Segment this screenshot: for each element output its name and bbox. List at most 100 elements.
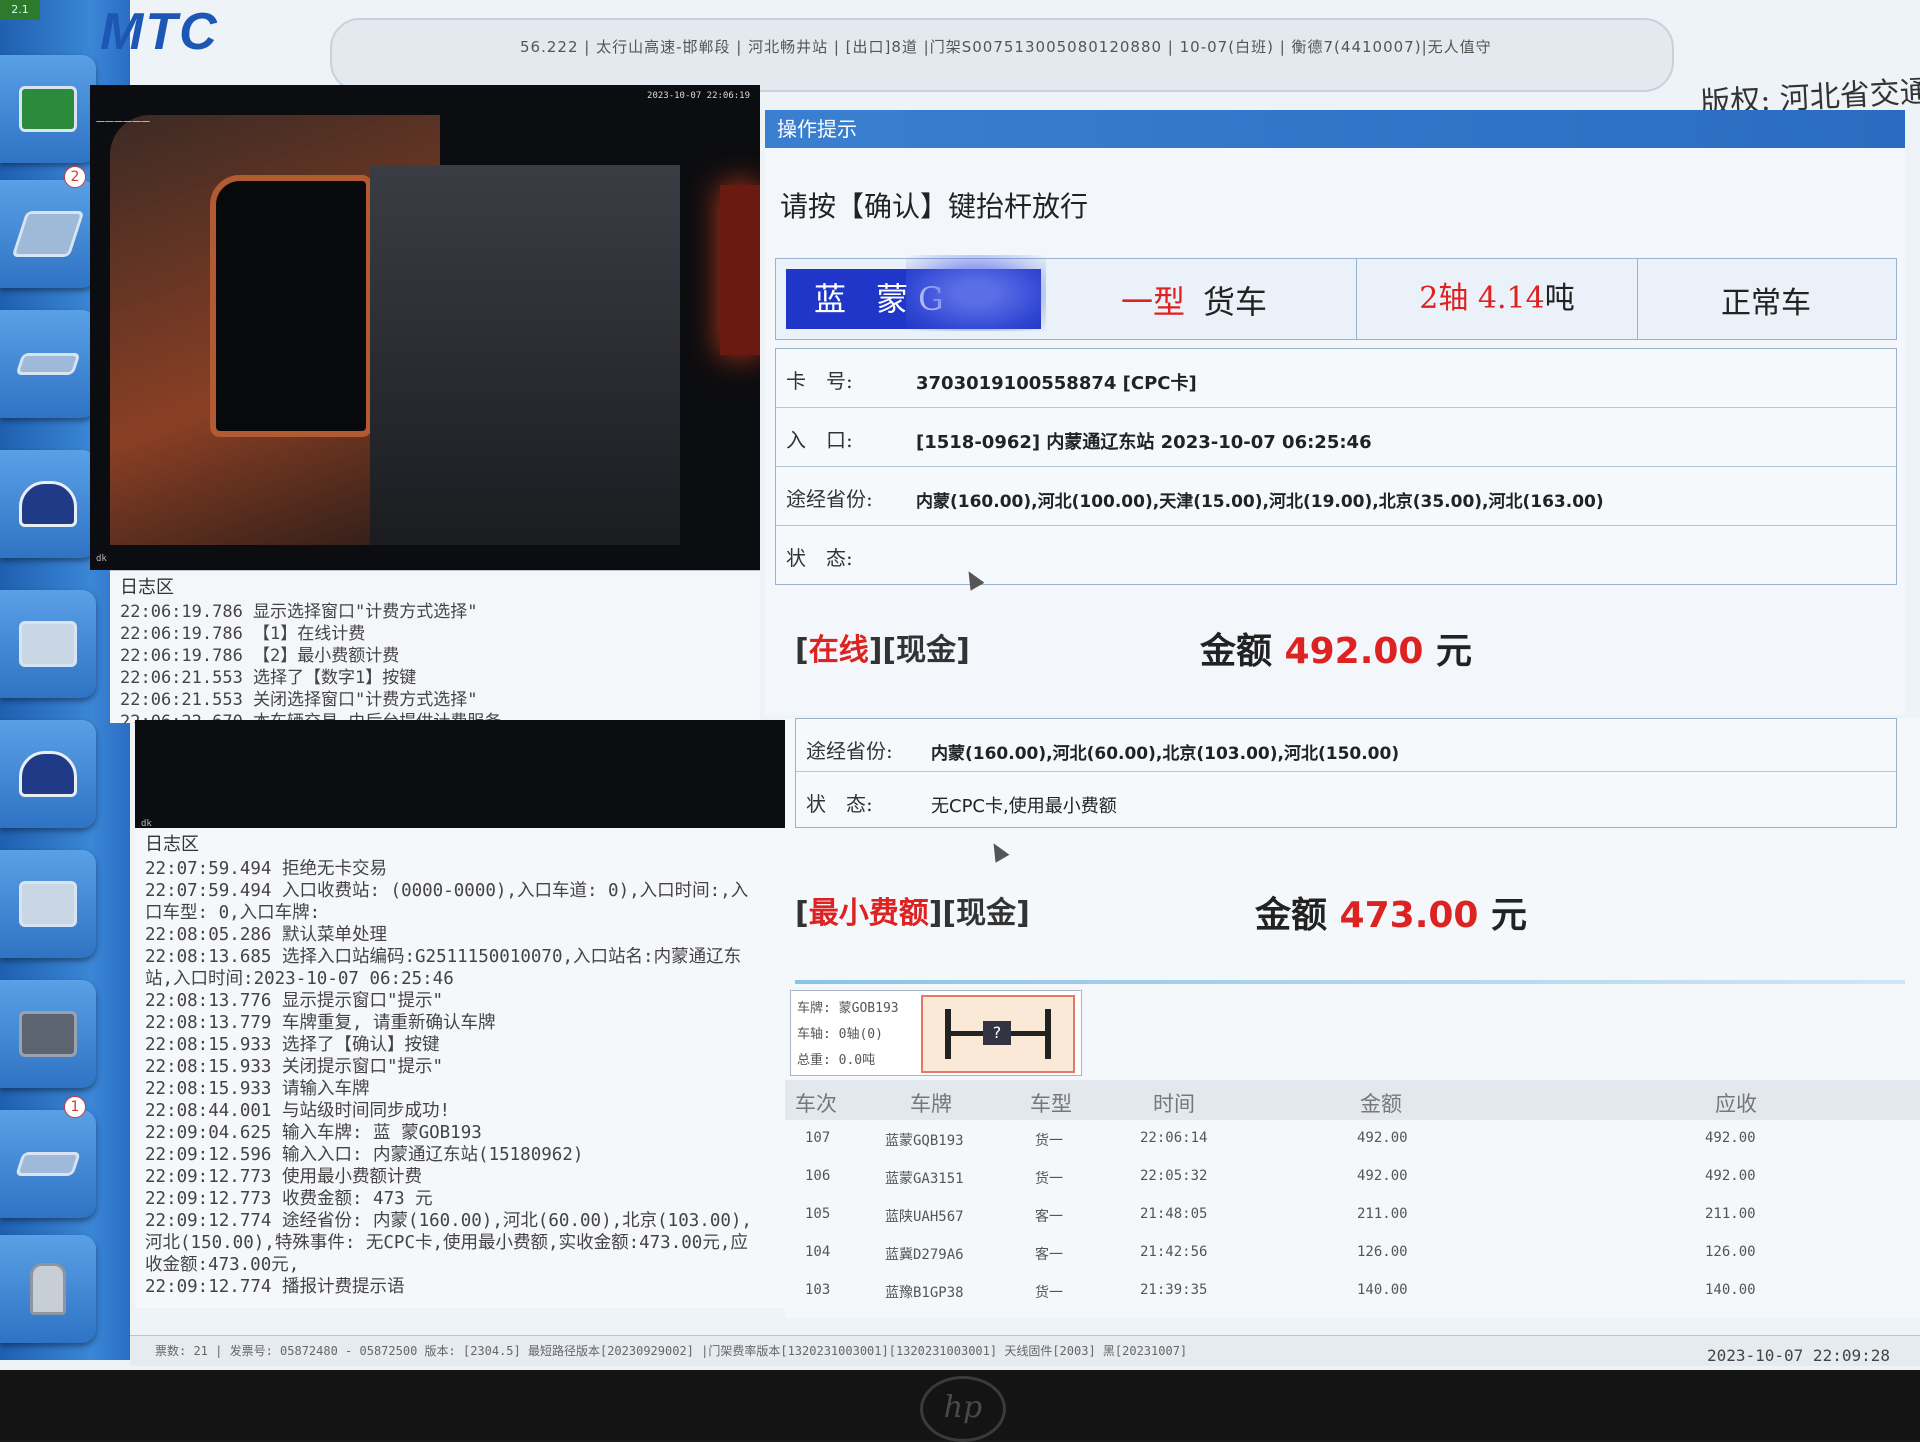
cell-amount: 492.00 <box>1357 1168 1408 1184</box>
entry-row: 入 口: [1518-0962] 内蒙通辽东站 2023-10-07 06:25:… <box>776 408 1896 467</box>
col-receivable: 应收 <box>1715 1092 1757 1116</box>
log-line: 22:09:12.774 播报计费提示语 <box>145 1277 405 1297</box>
status-text: 票数: 21 | 发票号: 05872480 - 05872500 版本: [2… <box>155 1344 1188 1358</box>
lane-button[interactable]: 1 <box>0 1096 96 1218</box>
route-label-2: 途经省份: <box>806 739 893 763</box>
state-label: 状 态: <box>786 546 853 570</box>
amount-value-2: 473.00 <box>1339 895 1479 936</box>
status-bar: 票数: 21 | 发票号: 05872480 - 05872500 版本: [2… <box>130 1335 1920 1366</box>
mtc-logo: MTC <box>100 3 219 61</box>
transaction-panel-2: 途经省份: 内蒙(160.00),河北(60.00),北京(103.00),河北(… <box>785 718 1920 1318</box>
camera-label: dk <box>96 554 107 564</box>
route-row: 途经省份: 内蒙(160.00),河北(100.00),天津(15.00),河北(… <box>776 467 1896 526</box>
cell-type: 货一 <box>1035 1171 1063 1187</box>
cell-time: 22:06:14 <box>1140 1130 1208 1146</box>
card-row: 卡 号: 3703019100558874 [CPC卡] <box>776 349 1896 408</box>
log-line: 22:06:21.553 关闭选择窗口"计费方式选择" <box>120 690 478 710</box>
payment-mode: [在线][现金] <box>795 625 970 669</box>
log-line: 22:06:21.553 选择了【数字1】按键 <box>120 668 417 688</box>
amount-label-2: 金额 <box>1255 895 1340 936</box>
table-row[interactable]: 104 蓝冀D279A6 客一 21:42:56 126.00 126.00 <box>785 1234 1920 1272</box>
cell-amount: 211.00 <box>1357 1206 1408 1222</box>
log-line: 22:08:15.933 请输入车牌 <box>145 1079 370 1099</box>
vehicle-status: 正常车 <box>1721 286 1811 321</box>
cell-time: 22:05:32 <box>1140 1168 1208 1184</box>
log-line: 22:06:19.786 【1】在线计费 <box>120 624 366 644</box>
card-reader-button-2[interactable] <box>0 850 96 958</box>
log-line: 22:09:12.596 输入入口: 内蒙通辽东站(15180962) <box>145 1145 584 1165</box>
camera-overlay-text: 一一一一一一 <box>96 118 151 128</box>
amount-label: 金额 <box>1200 631 1285 672</box>
cell-time: 21:48:05 <box>1140 1206 1208 1222</box>
cell-receivable: 140.00 <box>1705 1282 1756 1298</box>
axle-weight-value: 2轴 4.14 <box>1419 281 1545 316</box>
cell-plate: 蓝陕UAH567 <box>885 1209 964 1225</box>
log-line: 22:08:44.001 与站级时间同步成功! <box>145 1101 451 1121</box>
screen: 2.1 2 1 MTC 56.222 | 太行山高速-邯郸段 | 河北畅井站 |… <box>0 0 1920 1370</box>
state-row: 状 态: <box>776 526 1896 584</box>
transaction-details: 卡 号: 3703019100558874 [CPC卡] 入 口: [1518-09… <box>775 348 1897 585</box>
entry-value: [1518-0962] 内蒙通辽东站 2023-10-07 06:25:46 <box>916 432 1372 453</box>
vehicle-row: 蓝 蒙G 一型 货车 2轴 4.14吨 正常车 <box>775 255 1897 340</box>
plate-card-weight: 总重: 0.0吨 <box>797 1053 876 1068</box>
log-line: 22:08:15.933 选择了【确认】按键 <box>145 1035 440 1055</box>
monitor-bezel: hp <box>0 1370 1920 1442</box>
log-line: 22:07:59.494 拒绝无卡交易 <box>145 859 387 879</box>
cell-type: 客一 <box>1035 1209 1063 1225</box>
plate-card-axle: 车轴: 0轴(0) <box>797 1027 883 1042</box>
state-value-2: 无CPC卡,使用最小费额 <box>931 796 1117 817</box>
cell-time: 21:42:56 <box>1140 1244 1208 1260</box>
table-row[interactable]: 103 蓝豫B1GP38 货一 21:39:35 140.00 140.00 <box>785 1272 1920 1310</box>
rf-button[interactable] <box>0 980 96 1088</box>
log-line: 22:08:13.776 显示提示窗口"提示" <box>145 991 444 1011</box>
card-label: 卡 号: <box>786 369 853 393</box>
axle-unknown-icon: ? <box>921 995 1075 1073</box>
lane-card-button[interactable]: 2 <box>0 166 96 288</box>
cell-type: 货一 <box>1035 1285 1063 1301</box>
log-line: 22:09:04.625 输入车牌: 蓝 蒙GOB193 <box>145 1123 482 1143</box>
table-row[interactable]: 107 蓝蒙GQB193 货一 22:06:14 492.00 492.00 <box>785 1120 1920 1158</box>
transaction-details-2: 途经省份: 内蒙(160.00),河北(60.00),北京(103.00),河北(… <box>795 718 1897 828</box>
vehicle-class: 一型 <box>1121 283 1186 321</box>
scanner-button[interactable] <box>0 1235 96 1343</box>
truck-window <box>210 175 372 437</box>
entry-label: 入 口: <box>786 428 853 452</box>
vehicle-kind: 货车 <box>1203 283 1268 321</box>
count-badge-2: 1 <box>64 1096 86 1118</box>
card-reader-button[interactable] <box>0 590 96 698</box>
state-label-2: 状 态: <box>806 792 873 816</box>
cell-receivable: 126.00 <box>1705 1244 1756 1260</box>
table-header: 车次 车牌 车型 时间 金额 应收 <box>785 1080 1920 1120</box>
cell-plate: 蓝蒙GA3151 <box>885 1171 964 1187</box>
operation-title: 操作提示 <box>765 110 1905 148</box>
card-reader-icon <box>11 211 85 257</box>
amount-value: 492.00 <box>1284 631 1424 672</box>
col-amount: 金额 <box>1360 1092 1402 1116</box>
table-row[interactable]: 105 蓝陕UAH567 客一 21:48:05 211.00 211.00 <box>785 1196 1920 1234</box>
log-line: 22:08:13.685 选择入口站编码:G2511150010070,入口站名… <box>145 947 742 989</box>
bracket-2: [ <box>795 896 809 931</box>
monitor-icon <box>19 86 77 132</box>
cell-trip: 104 <box>805 1244 831 1260</box>
log-line: 22:09:12.774 途经省份: 内蒙(160.00),河北(60.00),… <box>145 1211 752 1275</box>
cell-time: 21:39:35 <box>1140 1282 1208 1298</box>
table-row[interactable]: 106 蓝蒙GA3151 货一 22:05:32 492.00 492.00 <box>785 1158 1920 1196</box>
camera-timestamp: 2023-10-07 22:06:19 <box>647 91 750 101</box>
alarm-button-2[interactable] <box>0 720 96 828</box>
state-row-2: 状 态: 无CPC卡,使用最小费额 <box>796 772 1896 824</box>
cell-plate: 蓝蒙GQB193 <box>885 1133 964 1149</box>
corner-tag: 2.1 <box>0 0 40 20</box>
route-row-2: 途经省份: 内蒙(160.00),河北(60.00),北京(103.00),河北(… <box>796 719 1896 772</box>
amount-unit: 元 <box>1423 631 1473 672</box>
camera-view: 2023-10-07 22:06:19 一一一一一一 dk <box>90 85 760 570</box>
log-line: 22:08:13.779 车牌重复, 请重新确认车牌 <box>145 1013 496 1033</box>
payment-mode-online: 在线 <box>808 633 869 668</box>
tray-button[interactable] <box>0 310 96 418</box>
cell-type: 客一 <box>1035 1247 1063 1263</box>
alarm-button[interactable] <box>0 450 96 558</box>
monitor-button[interactable] <box>0 55 96 163</box>
log-line: 22:06:19.786 【2】最小费额计费 <box>120 646 400 666</box>
count-badge: 2 <box>64 166 86 188</box>
axle-left <box>945 1009 951 1059</box>
operation-panel: 操作提示 请按【确认】键抬杆放行 蓝 蒙G 一型 货车 2轴 4.14吨 正常车 … <box>765 110 1905 715</box>
